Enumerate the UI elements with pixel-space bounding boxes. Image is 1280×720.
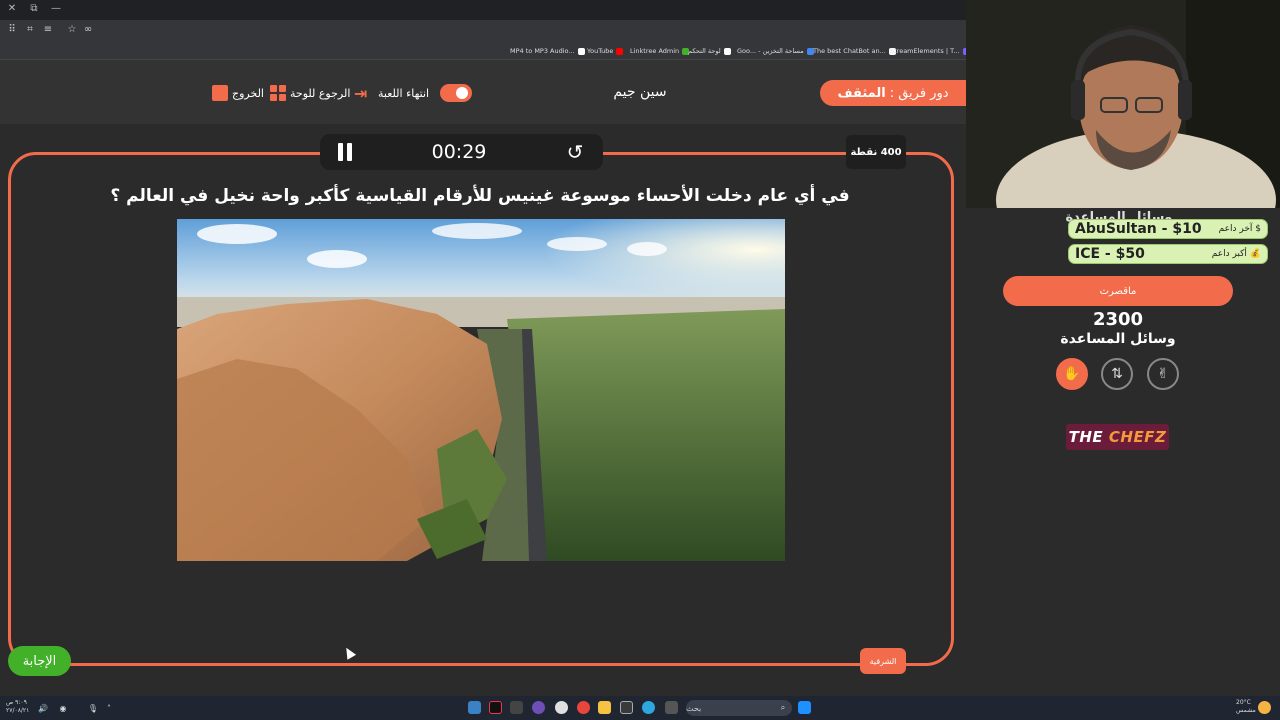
- task-view-icon[interactable]: [665, 701, 678, 714]
- top-donor-badge: ICE - $50 💰 أكبر داعم: [1068, 244, 1268, 264]
- search-icon: ⌕: [780, 703, 786, 712]
- aids-title: وسائل المساعدة: [1060, 331, 1176, 347]
- exit-arrow-icon: ⇥: [354, 83, 368, 103]
- answer-button[interactable]: الإجابة: [8, 646, 71, 676]
- chevron-up-icon[interactable]: ˄: [104, 701, 114, 715]
- last-donor-label: $ آخر داعم: [1218, 224, 1261, 234]
- swap-icon[interactable]: ⇅: [1101, 358, 1133, 390]
- current-team-pill: دور فريق : المثقف: [820, 80, 966, 106]
- team-label: دور فريق :: [889, 85, 949, 101]
- clock-date: ٢٧/٠٨/٢١: [6, 707, 30, 714]
- top-donor-amount: ICE - $50: [1075, 246, 1145, 262]
- question-image: [177, 219, 785, 561]
- browser-addressbar: ⠿ ⌗ ≡ ☆ ∞: [0, 20, 966, 42]
- steam-icon[interactable]: [468, 701, 481, 714]
- team-score: 2300: [1092, 309, 1144, 330]
- end-game-button[interactable]: انتهاء اللعبة: [378, 82, 429, 104]
- grid-icon: [270, 85, 286, 101]
- last-donor-amount: AbuSultan - $10: [1075, 221, 1202, 237]
- game-title: سين جيم: [613, 84, 667, 100]
- windows-start-icon[interactable]: [798, 701, 811, 714]
- reset-timer-icon[interactable]: ↺: [564, 141, 586, 163]
- settings-icon[interactable]: [555, 701, 568, 714]
- close-window-icon[interactable]: ✕: [6, 3, 18, 15]
- bookmark-item[interactable]: YouTube: [587, 45, 624, 57]
- taskbar: ٩:٠٩ ص ٢٧/٠٨/٢١ 🔊 ◉ 🎙 ˄ بحث ⌕ 20°C مشمس: [0, 696, 1280, 720]
- webcam-overlay: [966, 0, 1280, 208]
- minimize-window-icon[interactable]: —: [50, 3, 62, 15]
- folder-icon[interactable]: [598, 701, 611, 714]
- chrome-icon[interactable]: [577, 701, 590, 714]
- sidebar-icon[interactable]: ≡: [42, 24, 54, 36]
- streamer-video: [966, 0, 1280, 208]
- exit-button[interactable]: الخروج: [212, 82, 264, 104]
- timer-display: 00:29: [431, 141, 487, 163]
- weather-temp: 20°C: [1236, 699, 1251, 706]
- team-name: المثقف: [837, 85, 886, 101]
- door-icon: [212, 85, 228, 101]
- pause-icon[interactable]: [338, 143, 352, 161]
- puzzle-icon[interactable]: ⌗: [24, 24, 36, 36]
- star-icon[interactable]: ☆: [66, 24, 78, 36]
- volume-icon[interactable]: 🔊: [38, 701, 48, 715]
- network-icon[interactable]: ◉: [58, 701, 68, 715]
- bookmark-item[interactable]: Linktree Admin: [630, 45, 690, 57]
- toggle-knob: [456, 87, 468, 99]
- bookmark-item[interactable]: Goo... - مساحة التخزين: [737, 45, 814, 57]
- back-to-board-button[interactable]: الرجوع للوحة: [270, 82, 350, 104]
- team-name-button[interactable]: ماقصرت: [1003, 276, 1233, 306]
- bookmarks-bar: MP4 to MP3 Audio... YouTube Linktree Adm…: [0, 42, 970, 60]
- points-badge: 400 نقطة: [846, 135, 906, 169]
- tiktok-icon[interactable]: [489, 701, 502, 714]
- end-game-label: انتهاء اللعبة: [378, 86, 430, 100]
- taskbar-clock[interactable]: ٩:٠٩ ص ٢٧/٠٨/٢١: [6, 699, 29, 715]
- app-icon[interactable]: [532, 701, 545, 714]
- exit-label: الخروج: [232, 86, 264, 100]
- bookmark-item[interactable]: لوحة التحكم: [688, 45, 731, 57]
- oasis-photo: [177, 219, 785, 561]
- weather-widget[interactable]: 20°C مشمس: [1236, 699, 1256, 715]
- taskbar-search[interactable]: بحث: [686, 700, 792, 716]
- calculator-icon[interactable]: [510, 701, 523, 714]
- region-button[interactable]: الشرقية: [860, 648, 906, 674]
- store-icon[interactable]: [620, 701, 633, 714]
- screen: ✕ ⧉ — ⠿ ⌗ ≡ ☆ ∞ MP4 to MP3 Audio... YouT…: [0, 0, 1280, 720]
- question-text: في أي عام دخلت الأحساء موسوعة غينيس للأر…: [110, 186, 850, 206]
- end-game-icon-wrap: ⇥: [354, 82, 367, 104]
- extensions-icon[interactable]: ⠿: [6, 24, 18, 36]
- restore-window-icon[interactable]: ⧉: [28, 3, 40, 15]
- sponsor-logo: THE CHEFZ: [1066, 424, 1169, 450]
- bookmark-item[interactable]: The best ChatBot an...: [813, 45, 896, 57]
- bookmark-item[interactable]: StreamElements | T...: [890, 45, 970, 57]
- incognito-icon[interactable]: ∞: [82, 24, 94, 36]
- browser-titlebar: ✕ ⧉ —: [0, 0, 966, 20]
- sun-icon: [1258, 701, 1271, 714]
- hand-icon[interactable]: ✋: [1056, 358, 1088, 390]
- end-game-toggle[interactable]: [440, 84, 472, 102]
- edge-icon[interactable]: [642, 701, 655, 714]
- bookmark-item[interactable]: MP4 to MP3 Audio...: [510, 45, 585, 57]
- mic-icon[interactable]: 🎙: [88, 701, 98, 715]
- top-donor-label: 💰 أكبر داعم: [1211, 249, 1261, 259]
- search-label: بحث: [686, 703, 702, 713]
- two-fingers-icon[interactable]: ✌: [1147, 358, 1179, 390]
- back-to-board-label: الرجوع للوحة: [290, 86, 351, 100]
- last-donor-badge: AbuSultan - $10 $ آخر داعم: [1068, 219, 1268, 239]
- weather-desc: مشمس: [1236, 707, 1256, 714]
- clock-time: ٩:٠٩ ص: [6, 699, 27, 706]
